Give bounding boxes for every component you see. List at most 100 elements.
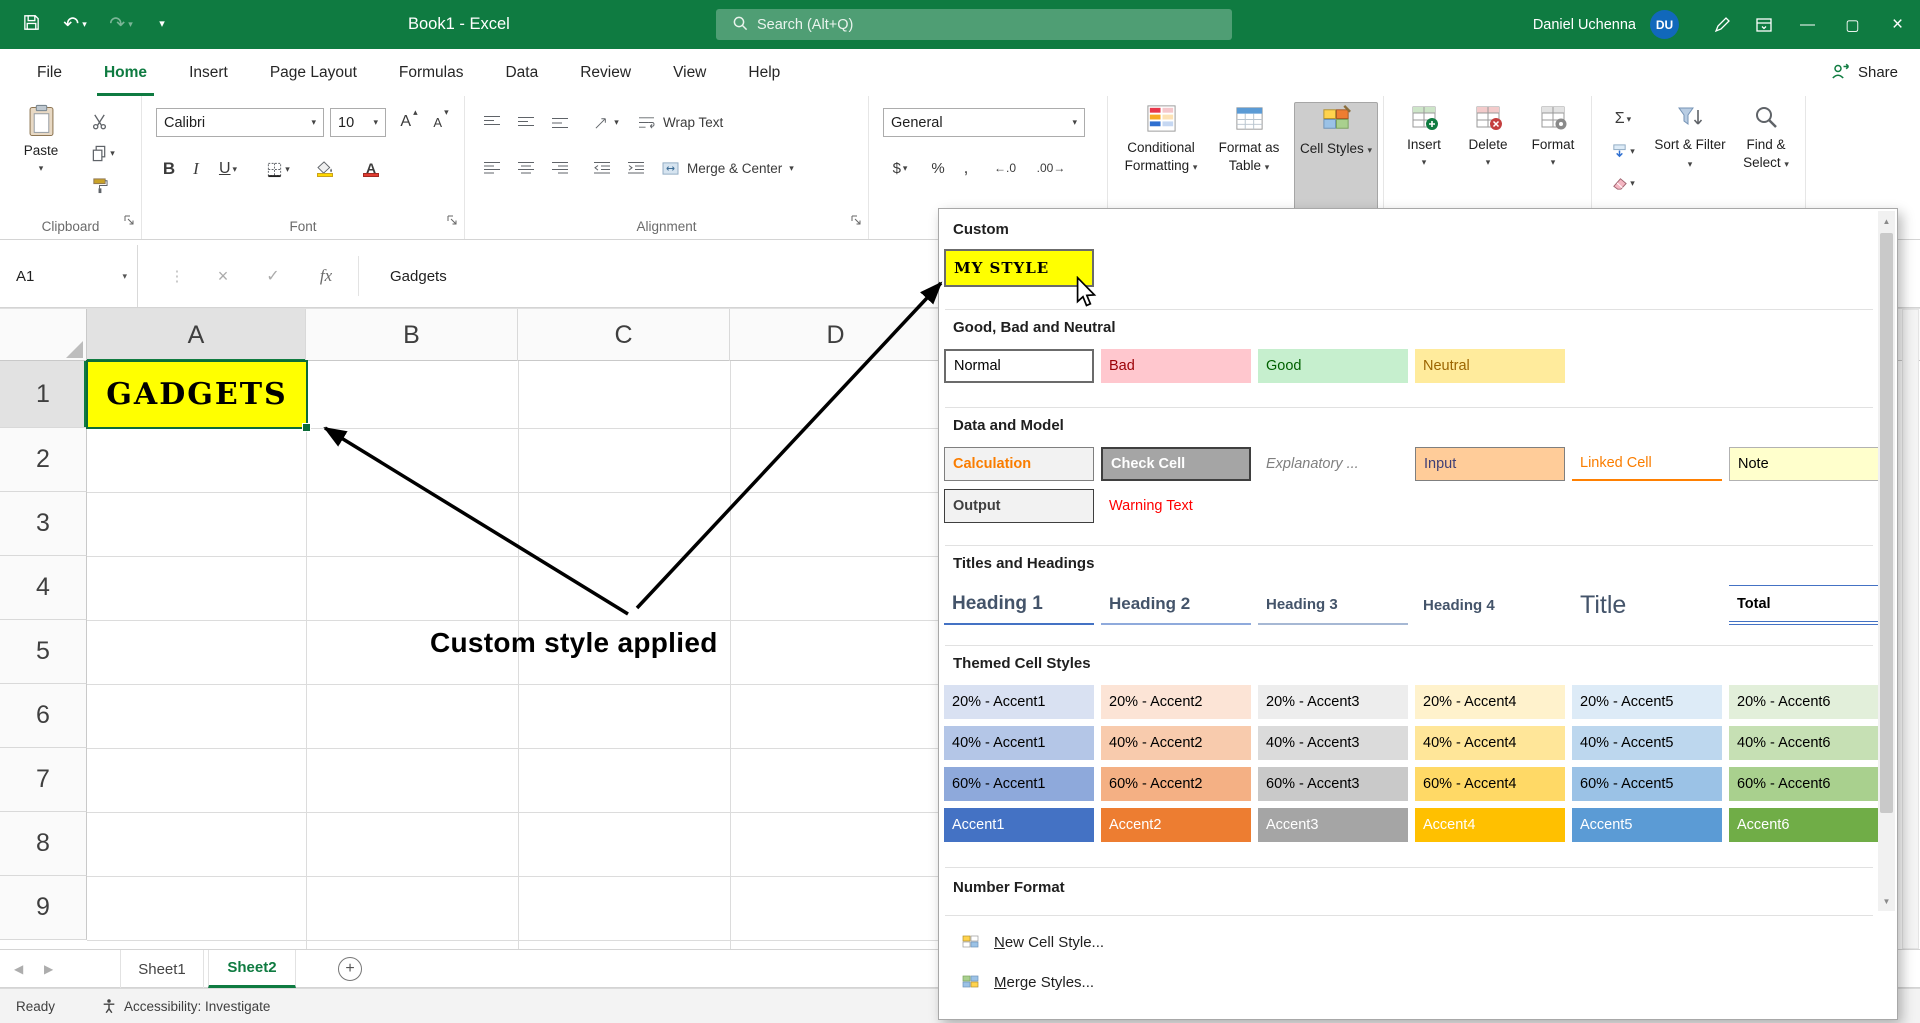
style-item-output[interactable]: Output [944,489,1094,523]
comma-style-button[interactable]: , [955,154,977,182]
tab-home[interactable]: Home [83,49,168,96]
style-item-check-cell[interactable]: Check Cell [1101,447,1251,481]
orientation-button[interactable]: ▾ [587,108,625,136]
percent-style-button[interactable]: % [925,154,951,182]
align-center-button[interactable] [511,154,541,182]
new-cell-style-command[interactable]: New Cell Style... [945,923,1870,961]
cut-button[interactable] [84,108,114,134]
style-item-20-accent2[interactable]: 20% - Accent2 [1101,685,1251,719]
formula-bar-grip[interactable]: ⋮ [162,245,192,307]
align-left-button[interactable] [477,154,507,182]
clipboard-dialog-launcher[interactable] [123,213,135,231]
redo-button[interactable]: ↷ ▾ [100,10,142,39]
row-header-2[interactable]: 2 [0,428,87,492]
cancel-button[interactable]: × [205,245,241,307]
menu-scrollbar[interactable]: ▲ ▼ [1878,211,1895,911]
format-painter-button[interactable] [84,172,114,198]
style-item-my-style[interactable]: MY STYLE [944,249,1094,287]
style-item-explanatory[interactable]: Explanatory ... [1258,447,1408,481]
sheet-tab-sheet2[interactable]: Sheet2 [208,950,296,988]
tab-insert[interactable]: Insert [168,49,249,96]
row-header-9[interactable]: 9 [0,876,87,940]
close-button[interactable]: × [1875,0,1920,49]
formula-content[interactable]: Gadgets [390,245,447,307]
row-header-1[interactable]: 1 [0,361,87,428]
increase-font-size-button[interactable]: A ▴ [394,108,424,136]
column-header-d[interactable]: D [730,309,942,361]
style-item-40-accent1[interactable]: 40% - Accent1 [944,726,1094,760]
insert-cells-button[interactable]: Insert ▾ [1394,102,1454,167]
style-item-20-accent6[interactable]: 20% - Accent6 [1729,685,1879,719]
style-item-20-accent3[interactable]: 20% - Accent3 [1258,685,1408,719]
merge-styles-command[interactable]: Merge Styles... [945,963,1870,1001]
tab-help[interactable]: Help [727,49,801,96]
name-box[interactable]: A1 ▾ [0,245,138,307]
style-item-60-accent6[interactable]: 60% - Accent6 [1729,767,1879,801]
style-item-note[interactable]: Note [1729,447,1879,481]
borders-button[interactable]: ▾ [258,154,298,184]
row-header-6[interactable]: 6 [0,684,87,748]
format-as-table-button[interactable]: Format as Table ▾ [1206,102,1292,174]
style-item-40-accent4[interactable]: 40% - Accent4 [1415,726,1565,760]
column-header-b[interactable]: B [306,309,518,361]
delete-cells-button[interactable]: Delete ▾ [1458,102,1518,167]
row-header-3[interactable]: 3 [0,492,87,556]
enter-button[interactable]: ✓ [255,245,291,307]
previous-sheet-button[interactable]: ◀ [14,950,23,988]
style-item-60-accent5[interactable]: 60% - Accent5 [1572,767,1722,801]
align-bottom-button[interactable] [545,108,575,136]
style-item-heading-4[interactable]: Heading 4 [1415,585,1565,625]
save-button[interactable] [14,10,48,39]
style-item-60-accent4[interactable]: 60% - Accent4 [1415,767,1565,801]
style-item-linked-cell[interactable]: Linked Cell [1572,447,1722,481]
increase-decimal-button[interactable]: ←.0 [985,154,1025,182]
insert-function-button[interactable]: fx [308,245,344,307]
ribbon-display-options-button[interactable] [1743,0,1785,49]
scroll-down-icon[interactable]: ▼ [1878,891,1895,911]
style-item-accent2[interactable]: Accent2 [1101,808,1251,842]
tab-file[interactable]: File [16,49,83,96]
style-item-40-accent5[interactable]: 40% - Accent5 [1572,726,1722,760]
style-item-accent6[interactable]: Accent6 [1729,808,1879,842]
autosum-button[interactable]: Σ ▾ [1600,106,1646,132]
style-item-good[interactable]: Good [1258,349,1408,383]
worksheet-vertical-scrollbar[interactable] [1902,309,1919,949]
style-item-accent3[interactable]: Accent3 [1258,808,1408,842]
style-item-20-accent5[interactable]: 20% - Accent5 [1572,685,1722,719]
align-right-button[interactable] [545,154,575,182]
style-item-accent1[interactable]: Accent1 [944,808,1094,842]
new-sheet-button[interactable]: + [338,957,362,981]
search-box[interactable]: Search (Alt+Q) [716,9,1232,40]
style-item-neutral[interactable]: Neutral [1415,349,1565,383]
column-header-c[interactable]: C [518,309,730,361]
style-item-heading-1[interactable]: Heading 1 [944,585,1094,625]
minimize-button[interactable]: — [1785,0,1830,49]
wrap-text-button[interactable]: Wrap Text [637,108,787,136]
decrease-font-size-button[interactable]: A ▾ [426,108,456,136]
cell-a1[interactable]: GADGETS [86,360,308,429]
increase-indent-button[interactable] [621,154,651,182]
accounting-format-button[interactable]: $ ▾ [883,154,917,182]
tab-page-layout[interactable]: Page Layout [249,49,378,96]
merge-center-button[interactable]: Merge & Center ▾ [661,154,857,182]
style-item-40-accent3[interactable]: 40% - Accent3 [1258,726,1408,760]
font-size-combo[interactable]: 10 ▾ [330,108,386,137]
format-cells-button[interactable]: Format ▾ [1522,102,1584,167]
sort-filter-button[interactable]: Sort & Filter ▾ [1654,102,1726,171]
row-header-5[interactable]: 5 [0,620,87,684]
alignment-dialog-launcher[interactable] [850,213,862,231]
style-item-warning-text[interactable]: Warning Text [1101,489,1251,523]
tab-review[interactable]: Review [559,49,652,96]
align-middle-button[interactable] [511,108,541,136]
fill-color-button[interactable] [304,154,346,184]
tab-view[interactable]: View [652,49,727,96]
paste-button[interactable]: Paste ▾ [10,104,72,173]
menu-scrollbar-thumb[interactable] [1880,233,1893,813]
style-item-heading-3[interactable]: Heading 3 [1258,585,1408,625]
style-item-normal[interactable]: Normal [944,349,1094,383]
share-button[interactable]: Share [1830,49,1898,96]
font-name-combo[interactable]: Calibri ▾ [156,108,324,137]
style-item-title[interactable]: Title [1572,585,1722,625]
fill-button[interactable]: ▾ [1600,138,1646,164]
font-color-button[interactable]: A [350,154,392,184]
